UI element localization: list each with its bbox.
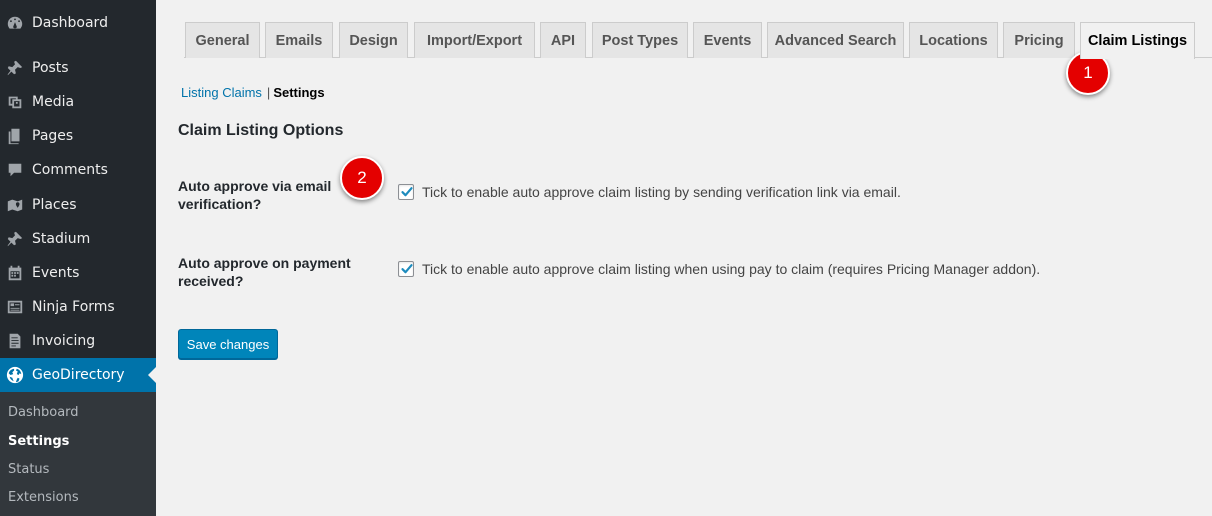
- tab-import-export[interactable]: Import/Export: [414, 22, 535, 58]
- comment-icon: [5, 160, 25, 180]
- subnav-listing-claims-link[interactable]: Listing Claims: [181, 85, 262, 100]
- pages-icon: [5, 126, 25, 146]
- menu-item-places[interactable]: Places: [0, 188, 156, 222]
- menu-item-pages[interactable]: Pages: [0, 119, 156, 153]
- tab-emails[interactable]: Emails: [265, 22, 333, 58]
- menu-item-events[interactable]: Events: [0, 256, 156, 290]
- checkmark-icon: [401, 264, 413, 274]
- menu-label: Dashboard: [32, 15, 108, 31]
- email-verification-checkbox[interactable]: [398, 184, 414, 200]
- menu-label: Stadium: [32, 231, 91, 247]
- subnav-separator: |: [266, 85, 271, 100]
- submenu-extensions[interactable]: Extensions: [8, 490, 79, 505]
- menu-label: Ninja Forms: [32, 299, 115, 315]
- tab-locations[interactable]: Locations: [909, 22, 998, 58]
- menu-item-posts[interactable]: Posts: [0, 51, 156, 85]
- menu-label: Pages: [32, 128, 74, 144]
- menu-item-comments[interactable]: Comments: [0, 153, 156, 187]
- menu-label: Invoicing: [32, 333, 96, 349]
- tab-post-types[interactable]: Post Types: [592, 22, 688, 58]
- annotation-marker-2: 2: [340, 156, 384, 200]
- globe-icon: [5, 365, 25, 385]
- places-icon: [5, 195, 25, 215]
- tab-advanced-search[interactable]: Advanced Search: [767, 22, 904, 58]
- submenu-settings[interactable]: Settings: [8, 434, 69, 449]
- menu-item-geodirectory[interactable]: GeoDirectory: [0, 358, 156, 392]
- tab-claim-listings[interactable]: Claim Listings: [1080, 22, 1195, 59]
- pin-icon: [5, 58, 25, 78]
- forms-icon: [5, 297, 25, 317]
- field-row-email-verification: Tick to enable auto approve claim listin…: [398, 184, 901, 200]
- menu-item-invoicing[interactable]: Invoicing: [0, 324, 156, 358]
- menu-label: GeoDirectory: [32, 367, 125, 383]
- menu-item-media[interactable]: Media: [0, 85, 156, 119]
- menu-label: Posts: [32, 60, 69, 76]
- media-icon: [5, 92, 25, 112]
- save-changes-button[interactable]: Save changes: [178, 329, 278, 359]
- menu-label: Events: [32, 265, 80, 281]
- invoice-icon: [5, 331, 25, 351]
- menu-label: Media: [32, 94, 75, 110]
- menu-label: Places: [32, 197, 77, 213]
- menu-item-stadium[interactable]: Stadium: [0, 222, 156, 256]
- field-row-payment-received: Tick to enable auto approve claim listin…: [398, 261, 1040, 277]
- pin-icon: [5, 229, 25, 249]
- payment-received-checkbox[interactable]: [398, 261, 414, 277]
- submenu-dashboard[interactable]: Dashboard: [8, 405, 79, 420]
- section-title: Claim Listing Options: [178, 122, 344, 139]
- settings-tabs: General Emails Design Import/Export API …: [156, 0, 1212, 59]
- active-menu-arrow: [148, 367, 156, 383]
- menu-item-ninja-forms[interactable]: Ninja Forms: [0, 290, 156, 324]
- checkmark-icon: [401, 187, 413, 197]
- geodirectory-submenu: Dashboard Settings Status Extensions: [0, 392, 156, 516]
- tab-general[interactable]: General: [185, 22, 260, 58]
- tab-events[interactable]: Events: [693, 22, 762, 58]
- menu-item-dashboard[interactable]: Dashboard: [0, 6, 156, 40]
- subnav: Listing Claims | Settings: [181, 85, 325, 100]
- admin-sidebar: Dashboard Posts Media Pages Comments Pla…: [0, 0, 156, 516]
- field-description: Tick to enable auto approve claim listin…: [422, 184, 901, 200]
- calendar-icon: [5, 263, 25, 283]
- menu-label: Comments: [32, 162, 108, 178]
- subnav-current: Settings: [273, 85, 325, 100]
- tab-api[interactable]: API: [540, 22, 586, 58]
- field-label-payment-received: Auto approve on payment received?: [178, 255, 351, 289]
- field-description: Tick to enable auto approve claim listin…: [422, 261, 1041, 277]
- dashboard-icon: [5, 13, 25, 33]
- tab-pricing[interactable]: Pricing: [1003, 22, 1075, 58]
- submenu-status[interactable]: Status: [8, 462, 49, 477]
- tab-design[interactable]: Design: [339, 22, 408, 58]
